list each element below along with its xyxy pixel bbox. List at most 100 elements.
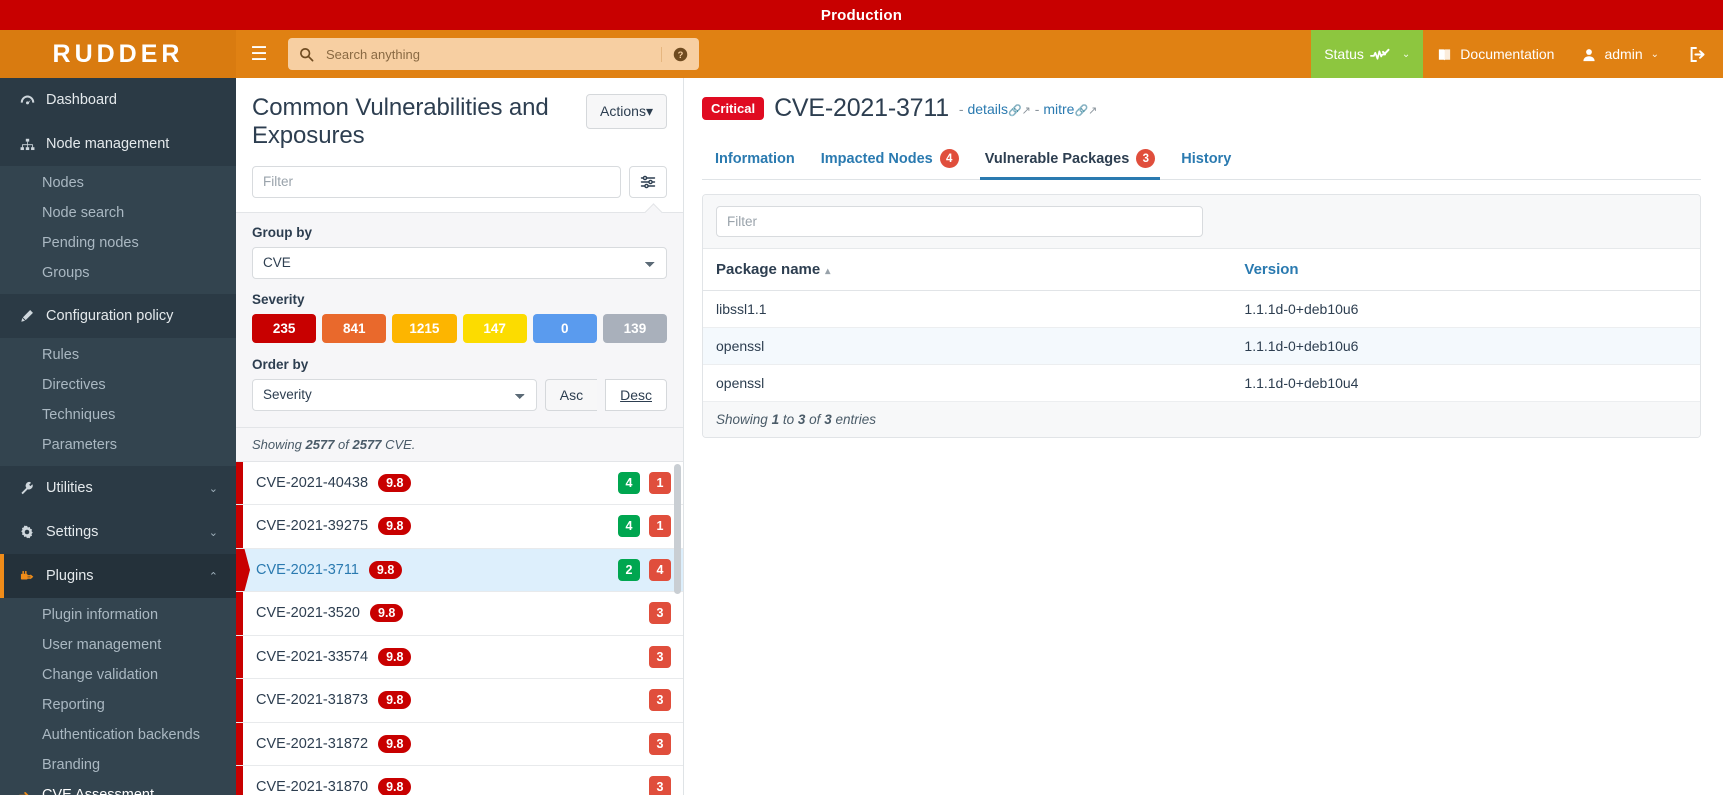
sidebar-item-label: Node search (42, 205, 125, 221)
severity-button-low[interactable]: 147 (462, 313, 527, 343)
global-search[interactable]: ? (288, 38, 699, 70)
cve-list-item[interactable]: CVE-2021-40438 9.8 4 1 (236, 461, 683, 506)
chevron-down-icon: ⌄ (1401, 48, 1411, 60)
sort-desc-button[interactable]: Desc (605, 378, 667, 411)
severity-button-none[interactable]: 0 (532, 313, 597, 343)
actions-button[interactable]: Actions▾ (586, 94, 667, 129)
cve-list-item[interactable]: CVE-2021-31873 9.8 3 (236, 679, 683, 723)
environment-banner: Production (0, 0, 1723, 30)
search-icon (288, 47, 324, 62)
cve-list-item[interactable]: CVE-2021-33574 9.8 3 (236, 635, 683, 680)
caret-down-icon: ▾ (645, 103, 653, 119)
sidebar-item-branding[interactable]: Branding (0, 750, 236, 780)
severity-button-high[interactable]: 841 (322, 313, 387, 343)
cve-detail-links: - details🔗↗ - mitre🔗↗ (959, 101, 1097, 117)
cve-list-item[interactable]: CVE-2021-31870 9.8 3 (236, 766, 683, 795)
question-circle-icon[interactable]: ? (661, 46, 699, 62)
sidebar-item-cve-assessment[interactable]: ➜ CVE Assessment (0, 780, 236, 795)
cve-filter-input[interactable] (252, 165, 621, 198)
tab-impacted-nodes[interactable]: Impacted Nodes 4 (808, 139, 972, 179)
sidebar-item-groups[interactable]: Groups (0, 258, 236, 288)
severity-button-unknown[interactable]: 139 (602, 313, 668, 343)
sidebar-item-plugin-information[interactable]: Plugin information (0, 600, 236, 630)
column-header-version[interactable]: Version (1231, 249, 1700, 291)
severity-count: 235 (272, 320, 296, 336)
details-link[interactable]: details (967, 101, 1007, 117)
cve-id-label: CVE-2021-39275 (256, 518, 369, 535)
cve-list-item-selected[interactable]: CVE-2021-3711 9.8 2 4 (236, 548, 683, 593)
cve-list-panel: Common Vulnerabilities and Exposures Act… (236, 78, 684, 795)
brand-label: RUDDER (52, 39, 184, 68)
column-label: Package name (716, 261, 821, 278)
package-count-badge: 4 (649, 558, 671, 581)
sort-asc-button[interactable]: Asc (544, 378, 598, 411)
sidebar-item-label: Dashboard (46, 92, 117, 108)
sidebar-item-label: Plugin information (42, 607, 159, 623)
order-by-select[interactable]: Severity (252, 378, 537, 411)
severity-button-critical[interactable]: 235 (252, 313, 317, 343)
sign-out-icon[interactable] (1673, 30, 1723, 78)
sidebar-item-label: Settings (46, 524, 99, 540)
cve-list-scrollbar[interactable] (674, 463, 681, 594)
footer-suffix: entries (835, 412, 876, 427)
sidebar-item-change-validation[interactable]: Change validation (0, 660, 236, 690)
mitre-link[interactable]: mitre (1043, 101, 1074, 117)
sidebar-item-utilities[interactable]: Utilities ⌄ (0, 466, 236, 510)
app-root: Production RUDDER ☰ ? Status (0, 0, 1723, 795)
table-row[interactable]: openssl 1.1.1d-0+deb10u4 (703, 364, 1700, 402)
column-header-package-name[interactable]: Package name ▴ (703, 249, 1232, 291)
severity-count: 1215 (409, 320, 440, 336)
sidebar-item-settings[interactable]: Settings ⌄ (0, 510, 236, 554)
hamburger-icon[interactable]: ☰ (236, 30, 282, 78)
packages-filter-row (703, 195, 1700, 249)
documentation-link[interactable]: Documentation (1423, 30, 1568, 78)
table-row[interactable]: libssl1.1 1.1.1d-0+deb10u6 (703, 290, 1700, 328)
user-menu[interactable]: admin ⌄ (1568, 30, 1673, 78)
showing-prefix: Showing (252, 436, 302, 452)
sidebar-item-nodes[interactable]: Nodes (0, 168, 236, 198)
search-input[interactable] (324, 38, 661, 70)
sidebar-item-pending-nodes[interactable]: Pending nodes (0, 228, 236, 258)
cell-version: 1.1.1d-0+deb10u4 (1231, 364, 1700, 402)
cve-filters-panel: Group by CVE Severity 235 841 1215 147 0… (236, 211, 683, 428)
severity-button-medium[interactable]: 1215 (392, 313, 457, 343)
status-badge: Critical (702, 97, 765, 120)
severity-marker (236, 635, 243, 679)
sidebar-item-label: Plugins (46, 568, 94, 584)
cvss-score-badge: 9.8 (378, 691, 412, 710)
svg-text:?: ? (678, 49, 684, 59)
sidebar-item-configuration-policy[interactable]: Configuration policy (0, 294, 236, 338)
separator: - (1034, 100, 1040, 117)
tab-history[interactable]: History (1168, 139, 1244, 179)
sidebar-item-rules[interactable]: Rules (0, 340, 236, 370)
packages-filter-input[interactable] (716, 206, 1203, 237)
status-menu[interactable]: Status ⌄ (1311, 30, 1424, 78)
sidebar-item-user-management[interactable]: User management (0, 630, 236, 660)
brand-logo[interactable]: RUDDER (0, 30, 236, 78)
sidebar-item-dashboard[interactable]: Dashboard (0, 78, 236, 122)
cve-list-item[interactable]: CVE-2021-39275 9.8 4 1 (236, 505, 683, 549)
sidebar-item-label: Directives (42, 377, 106, 393)
table-row[interactable]: openssl 1.1.1d-0+deb10u6 (703, 327, 1700, 365)
sidebar-item-reporting[interactable]: Reporting (0, 690, 236, 720)
sidebar-item-techniques[interactable]: Techniques (0, 400, 236, 430)
cve-detail-title: CVE-2021-3711 (774, 94, 949, 122)
sidebar-item-authentication-backends[interactable]: Authentication backends (0, 720, 236, 750)
tab-vulnerable-packages[interactable]: Vulnerable Packages 3 (972, 139, 1169, 180)
group-by-label: Group by (252, 224, 312, 240)
tab-information[interactable]: Information (702, 139, 808, 179)
table-header-row: Package name ▴ Version (703, 249, 1700, 291)
sidebar-item-label: User management (42, 637, 162, 653)
sidebar-item-parameters[interactable]: Parameters (0, 430, 236, 460)
sidebar-item-directives[interactable]: Directives (0, 370, 236, 400)
severity-filter-group: 235 841 1215 147 0 139 (252, 313, 668, 343)
group-by-select[interactable]: CVE (252, 246, 667, 279)
cve-list[interactable]: CVE-2021-40438 9.8 4 1 CVE-2021-39275 9.… (236, 461, 683, 795)
sidebar-item-node-search[interactable]: Node search (0, 198, 236, 228)
sidebar-item-plugins[interactable]: Plugins ⌃ (0, 554, 236, 598)
sidebar-item-label: Pending nodes (42, 235, 139, 251)
sidebar-item-node-management[interactable]: Node management (0, 122, 236, 166)
sliders-icon[interactable] (629, 165, 667, 198)
cve-list-item[interactable]: CVE-2021-31872 9.8 3 (236, 722, 683, 767)
cve-list-item[interactable]: CVE-2021-3520 9.8 3 (236, 592, 683, 636)
